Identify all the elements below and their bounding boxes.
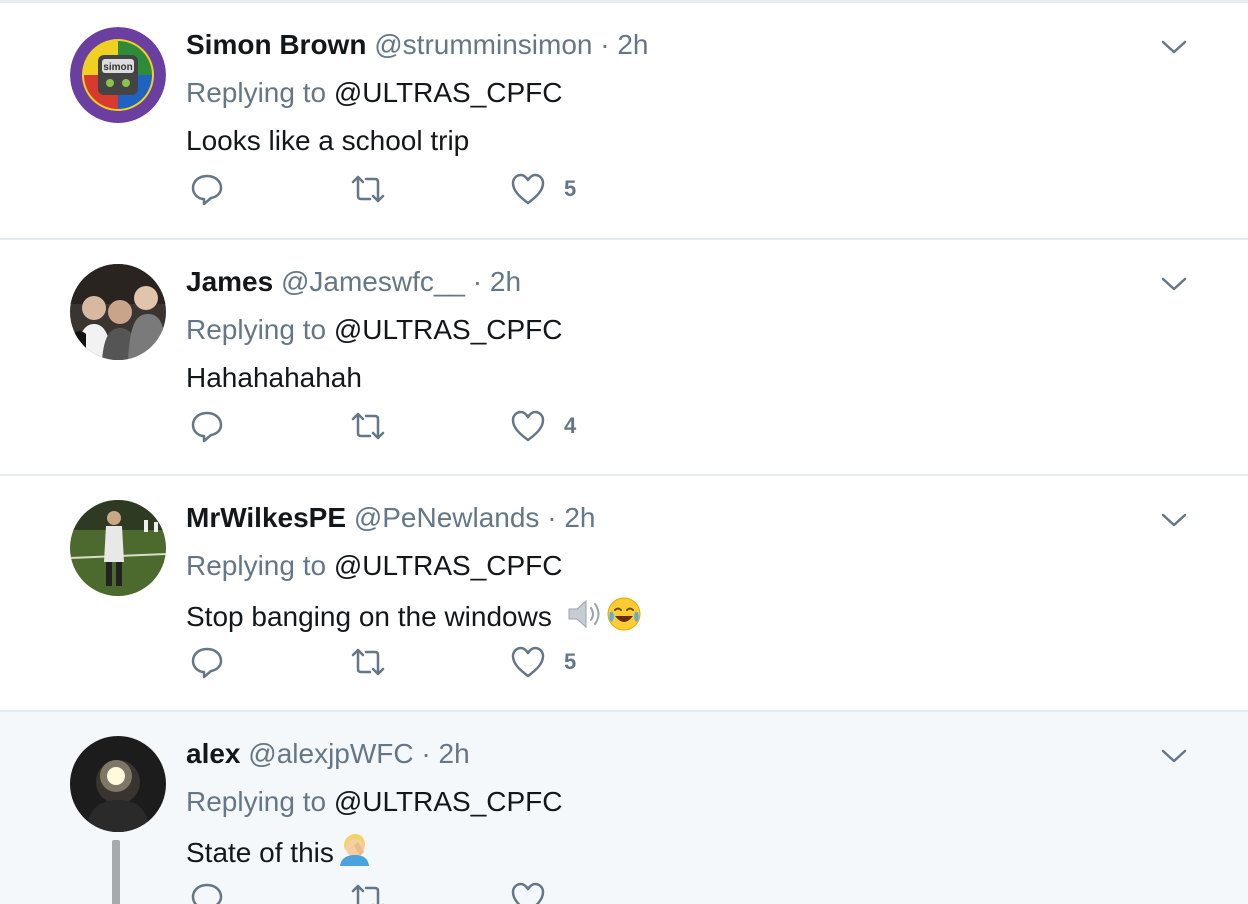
like-button[interactable] [510, 878, 564, 904]
svg-text:simon: simon [103, 62, 132, 73]
chevron-down-icon[interactable] [1160, 35, 1188, 59]
mention-link[interactable]: @ULTRAS_CPFC [334, 786, 563, 817]
reply-icon [191, 647, 223, 679]
timestamp[interactable]: 2h [617, 29, 648, 60]
separator-dot: · [421, 738, 431, 769]
reply-button[interactable] [190, 406, 242, 446]
simon-badge-avatar-icon: simon [70, 27, 166, 123]
reply-button[interactable] [190, 642, 242, 682]
tweet-header: alex @alexjpWFC · 2h [186, 736, 470, 772]
timestamp[interactable]: 2h [439, 738, 470, 769]
tweet-text: Hahahahahah [186, 362, 362, 393]
tweet-actions: 4 [190, 406, 610, 446]
user-handle[interactable]: @PeNewlands [354, 502, 540, 533]
heart-icon [511, 882, 545, 904]
tweet-header: James @Jameswfc__ · 2h [186, 264, 521, 300]
retweet-button[interactable] [348, 642, 406, 682]
like-button[interactable]: 5 [510, 169, 576, 209]
heart-icon [511, 410, 545, 442]
tweet-text: State of this [186, 832, 370, 877]
separator-dot: · [472, 266, 483, 297]
user-handle[interactable]: @alexjpWFC [248, 738, 413, 769]
tweet-header: MrWilkesPE @PeNewlands · 2h [186, 500, 595, 536]
display-name[interactable]: MrWilkesPE [186, 502, 346, 533]
tweet-text-content: Stop banging on the windows [186, 600, 552, 632]
football-pitch-avatar-icon [70, 500, 166, 596]
dark-selfie-avatar-icon [70, 736, 166, 832]
mention-link[interactable]: @ULTRAS_CPFC [334, 550, 563, 581]
separator-dot: · [600, 29, 610, 60]
tweet-card[interactable]: MrWilkesPE @PeNewlands · 2h Replying to … [0, 476, 1248, 712]
mention-link[interactable]: @ULTRAS_CPFC [334, 314, 563, 345]
user-handle[interactable]: @Jameswfc__ [281, 266, 465, 297]
facepalm-icon [338, 832, 370, 877]
like-count: 4 [564, 413, 577, 438]
display-name[interactable]: James [186, 266, 273, 297]
retweet-icon [351, 412, 385, 440]
retweet-button[interactable] [348, 878, 406, 904]
replying-to-label: Replying to [186, 550, 327, 581]
chevron-down-icon[interactable] [1160, 508, 1188, 532]
separator-dot: · [547, 502, 557, 533]
tweet-actions: 5 [190, 642, 610, 682]
reply-icon [191, 883, 223, 904]
display-name[interactable]: alex [186, 738, 241, 769]
heart-icon [511, 173, 545, 205]
avatar[interactable] [70, 500, 166, 596]
tweet-card[interactable]: James @Jameswfc__ · 2h Replying to @ULTR… [0, 240, 1248, 476]
reply-icon [191, 411, 223, 443]
reply-button[interactable] [190, 878, 242, 904]
tweet-text: Looks like a school trip [186, 125, 470, 156]
like-button[interactable]: 4 [510, 406, 576, 446]
like-button[interactable]: 5 [510, 642, 576, 682]
group-photo-avatar-icon [70, 264, 166, 360]
replying-to-line: Replying to @ULTRAS_CPFC [186, 75, 562, 111]
avatar[interactable] [70, 736, 166, 832]
timestamp[interactable]: 2h [490, 266, 521, 297]
retweet-icon [351, 884, 384, 904]
tweet-card[interactable]: alex @alexjpWFC · 2h Replying to @ULTRAS… [0, 712, 1248, 904]
reply-button[interactable] [190, 169, 242, 209]
avatar[interactable] [70, 264, 166, 360]
thread-connector [112, 840, 120, 904]
replying-to-label: Replying to [186, 786, 327, 817]
retweet-icon [351, 175, 385, 203]
chevron-down-icon[interactable] [1160, 744, 1188, 768]
tweet-text-content: State of this [186, 836, 334, 868]
retweet-icon [351, 648, 385, 676]
retweet-button[interactable] [348, 169, 406, 209]
reply-icon [191, 174, 223, 206]
user-handle[interactable]: @strumminsimon [374, 29, 592, 60]
replying-to-line: Replying to @ULTRAS_CPFC [186, 548, 562, 584]
tears-of-joy-icon [606, 596, 642, 641]
tweet-actions [190, 878, 610, 904]
tweet-header: Simon Brown @strumminsimon · 2h [186, 27, 649, 63]
like-count: 5 [564, 176, 577, 201]
display-name[interactable]: Simon Brown [186, 29, 366, 60]
mention-link[interactable]: @ULTRAS_CPFC [334, 77, 563, 108]
chevron-down-icon[interactable] [1160, 272, 1188, 296]
tweet-text: Stop banging on the windows [186, 596, 642, 641]
replying-to-line: Replying to @ULTRAS_CPFC [186, 312, 562, 348]
tweet-actions: 5 [190, 169, 610, 209]
tweet-card[interactable]: simon Simon Brown @strumminsimon · 2h Re… [0, 3, 1248, 240]
timestamp[interactable]: 2h [564, 502, 595, 533]
replying-to-line: Replying to @ULTRAS_CPFC [186, 784, 562, 820]
avatar[interactable]: simon [70, 27, 166, 123]
replying-to-label: Replying to [186, 314, 327, 345]
heart-icon [511, 646, 545, 678]
like-count: 5 [564, 649, 577, 674]
replying-to-label: Replying to [186, 77, 327, 108]
retweet-button[interactable] [348, 406, 406, 446]
speaker-loud-icon [566, 597, 606, 640]
